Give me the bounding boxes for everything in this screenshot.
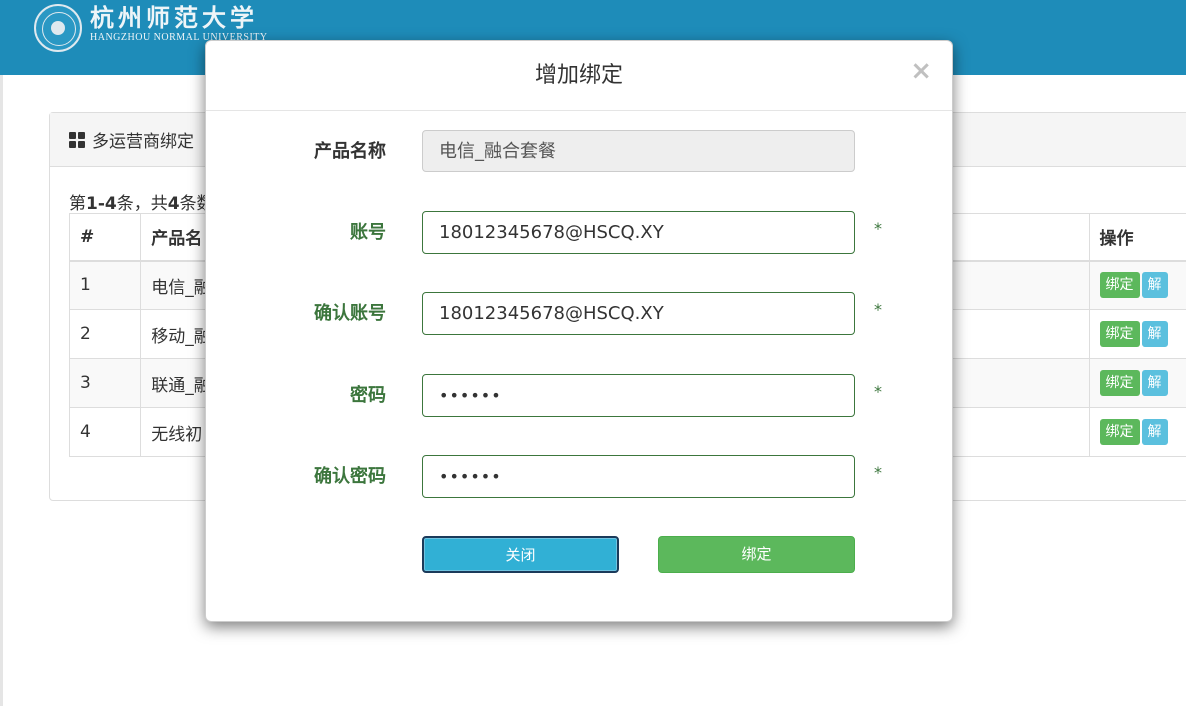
product-name-row: 产品名称 电信_融合套餐 [206, 130, 954, 174]
confirm-password-row: 确认密码 •••••• * [206, 455, 954, 499]
close-button[interactable]: 关闭 [422, 536, 619, 573]
confirm-account-label: 确认账号 [314, 303, 386, 324]
required-mark: * [874, 382, 882, 401]
required-mark: * [874, 219, 882, 238]
password-label: 密码 [350, 385, 386, 406]
confirm-password-label: 确认密码 [314, 466, 386, 487]
account-label: 账号 [350, 222, 386, 243]
product-name-label: 产品名称 [314, 141, 386, 162]
password-row: 密码 •••••• * [206, 374, 954, 418]
dialog-header: 增加绑定 × [206, 41, 952, 111]
bind-submit-button[interactable]: 绑定 [658, 536, 855, 573]
dialog-title: 增加绑定 [534, 63, 623, 88]
password-input[interactable]: •••••• [422, 374, 855, 417]
account-row: 账号 18012345678@HSCQ.XY * [206, 211, 954, 255]
product-name-field: 电信_融合套餐 [422, 130, 855, 172]
required-mark: * [874, 300, 882, 319]
confirm-account-input[interactable]: 18012345678@HSCQ.XY [422, 292, 855, 335]
account-input[interactable]: 18012345678@HSCQ.XY [422, 211, 855, 254]
add-binding-dialog: 增加绑定 × 产品名称 电信_融合套餐 账号 18012345678@HSCQ.… [205, 40, 953, 622]
confirm-password-input[interactable]: •••••• [422, 455, 855, 498]
close-icon[interactable]: × [910, 57, 932, 85]
confirm-account-row: 确认账号 18012345678@HSCQ.XY * [206, 292, 954, 336]
required-mark: * [874, 463, 882, 482]
